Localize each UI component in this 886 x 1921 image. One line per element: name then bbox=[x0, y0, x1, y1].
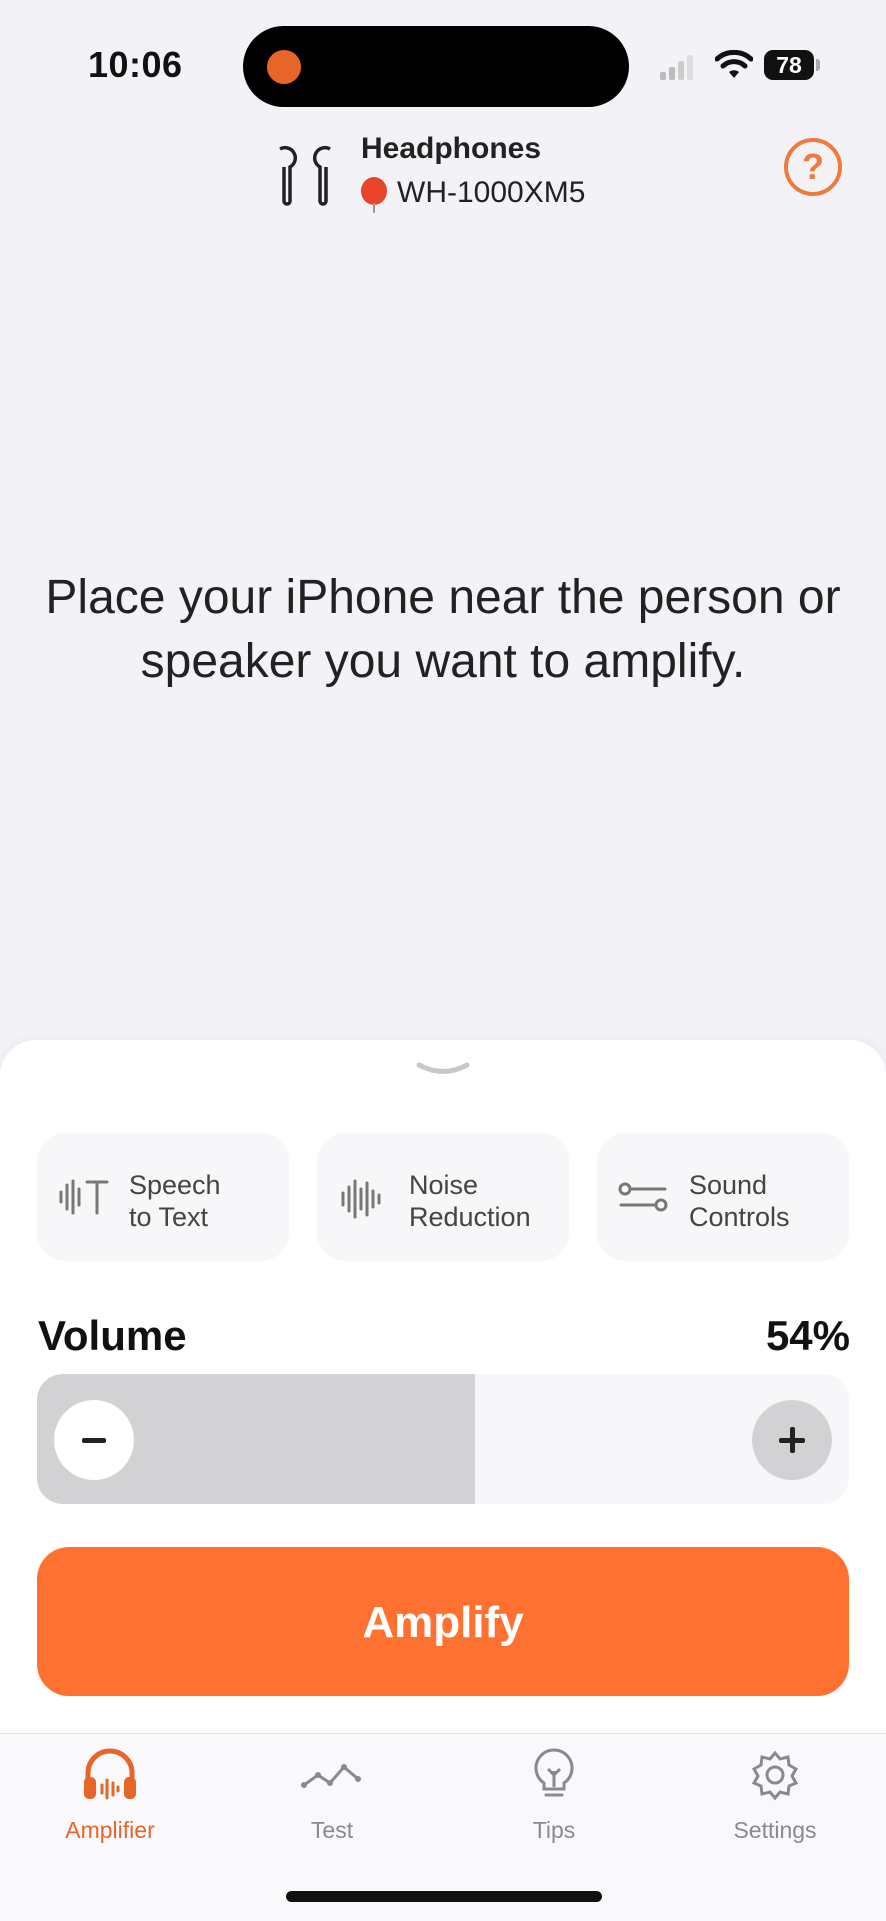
chevron-down-icon[interactable] bbox=[415, 1060, 471, 1080]
device-selector[interactable]: WH-1000XM5 bbox=[361, 176, 586, 213]
tab-tips[interactable]: Tips bbox=[469, 1745, 639, 1844]
battery-indicator: 78 bbox=[764, 50, 814, 80]
feature-label: Speech bbox=[129, 1170, 221, 1200]
feature-label: to Text bbox=[129, 1202, 209, 1232]
lightbulb-icon bbox=[534, 1748, 574, 1797]
balloon-icon bbox=[361, 177, 387, 213]
tab-label: Tips bbox=[532, 1817, 576, 1843]
battery-tip bbox=[816, 59, 820, 71]
volume-down-button[interactable] bbox=[54, 1400, 134, 1480]
dynamic-island bbox=[243, 26, 629, 107]
amplify-button[interactable]: Amplify bbox=[37, 1547, 849, 1696]
sound-controls-button[interactable]: Sound Controls bbox=[597, 1133, 849, 1261]
device-name: WH-1000XM5 bbox=[397, 176, 586, 209]
tab-settings[interactable]: Settings bbox=[690, 1745, 860, 1844]
graph-icon bbox=[301, 1764, 361, 1788]
volume-value: 54% bbox=[765, 1312, 850, 1359]
cellular-signal-icon bbox=[660, 54, 693, 80]
tab-label: Amplifier bbox=[65, 1817, 155, 1843]
headphones-icon bbox=[84, 1748, 136, 1800]
feature-label: Reduction bbox=[409, 1202, 531, 1232]
noise-reduction-button[interactable]: Noise Reduction bbox=[317, 1133, 569, 1261]
volume-up-button[interactable] bbox=[752, 1400, 832, 1480]
tab-amplifier[interactable]: Amplifier bbox=[25, 1745, 195, 1844]
speech-to-text-icon bbox=[59, 1179, 109, 1215]
help-button[interactable]: ? bbox=[784, 138, 842, 196]
volume-label: Volume bbox=[38, 1312, 187, 1359]
waveform-icon bbox=[341, 1179, 381, 1219]
tab-label: Test bbox=[310, 1817, 354, 1843]
airpods-icon bbox=[279, 145, 331, 206]
status-time: 10:06 bbox=[88, 44, 183, 85]
device-type-label: Headphones bbox=[361, 132, 542, 165]
feature-label: Controls bbox=[689, 1202, 790, 1232]
instruction-text: Place your iPhone near the person or spe… bbox=[45, 571, 841, 688]
feature-label: Sound bbox=[689, 1170, 768, 1200]
sliders-icon bbox=[618, 1182, 668, 1212]
tab-test[interactable]: Test bbox=[247, 1745, 417, 1844]
tab-label: Settings bbox=[733, 1817, 817, 1843]
speech-to-text-button[interactable]: Speech to Text bbox=[37, 1133, 289, 1261]
volume-slider[interactable] bbox=[37, 1374, 849, 1504]
recording-indicator-icon bbox=[267, 50, 301, 84]
wifi-icon bbox=[715, 50, 753, 78]
feature-label: Noise bbox=[409, 1170, 479, 1200]
home-indicator[interactable] bbox=[286, 1891, 602, 1902]
gear-icon bbox=[751, 1750, 799, 1801]
